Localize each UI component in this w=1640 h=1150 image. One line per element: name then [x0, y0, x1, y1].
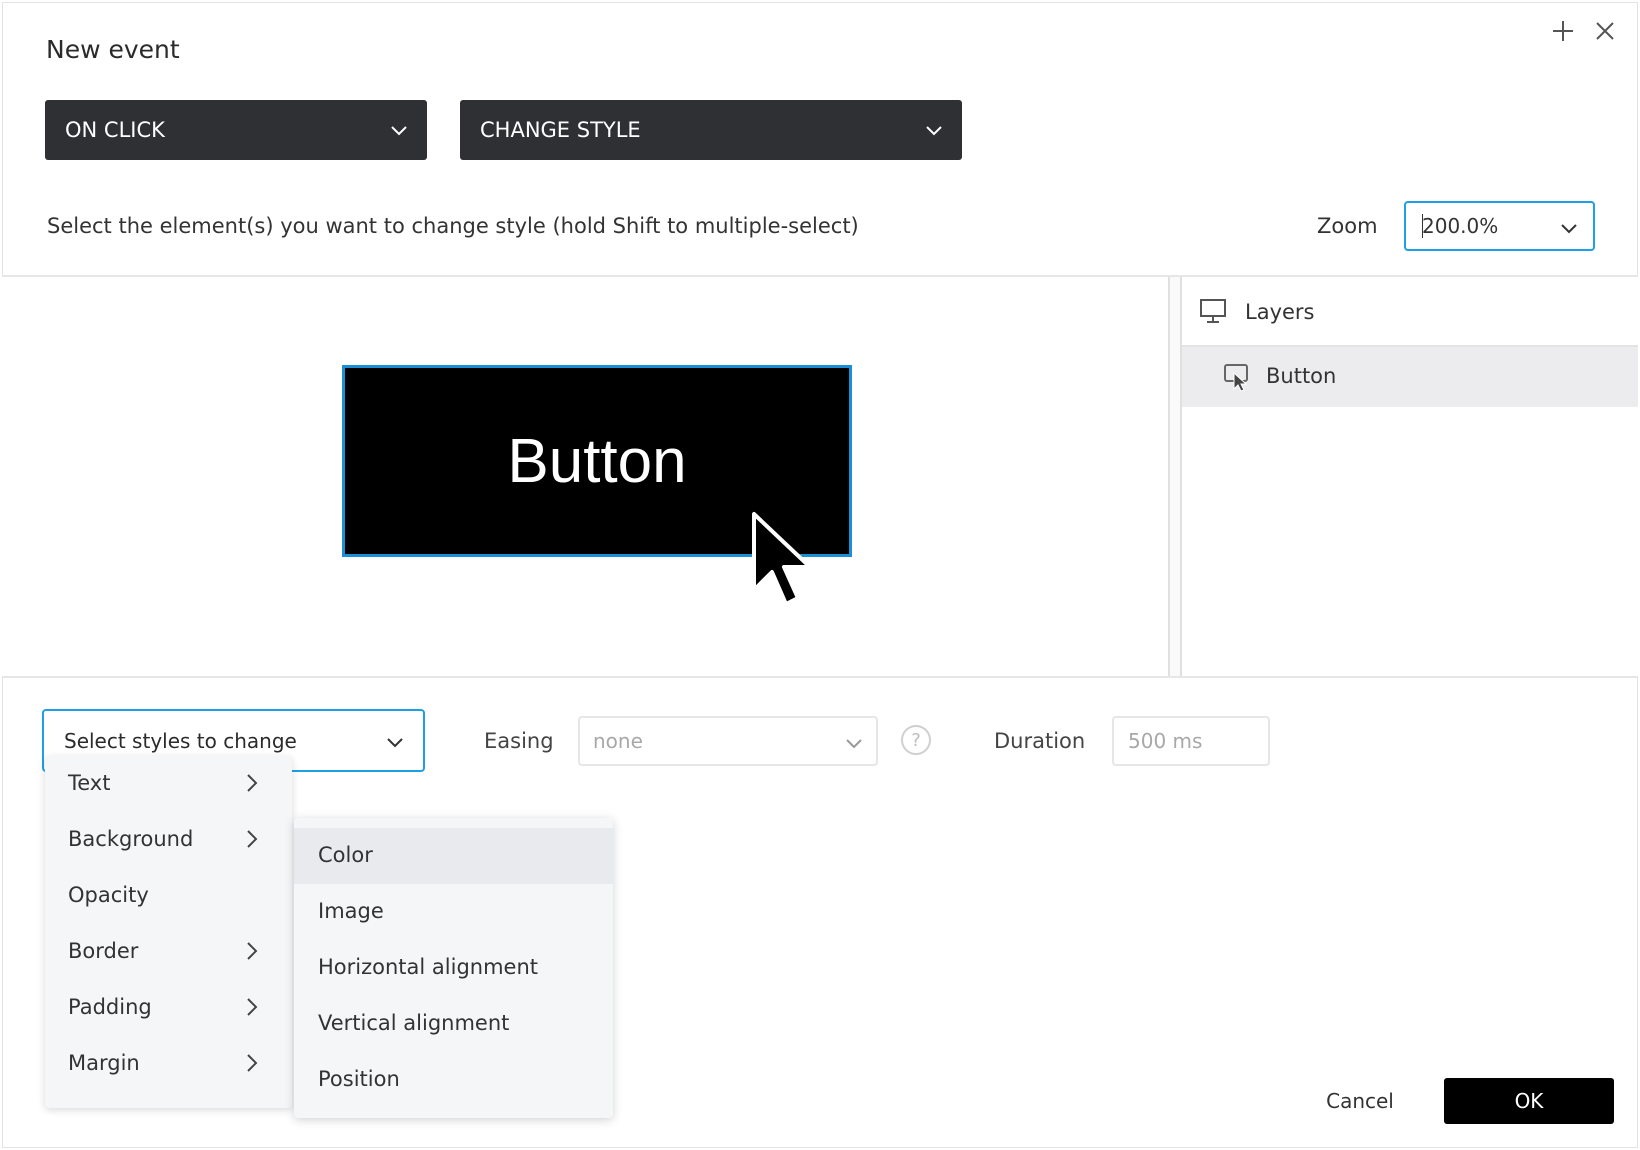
submenu-item-color[interactable]: Color — [294, 828, 613, 884]
easing-value: none — [593, 729, 643, 753]
style-category-menu: Text Background Opacity Border Padding M… — [45, 756, 292, 1108]
panel-splitter[interactable] — [1168, 277, 1182, 677]
event-action-value: CHANGE STYLE — [480, 118, 641, 142]
chevron-down-icon — [846, 739, 862, 749]
submenu-item-vertical-alignment[interactable]: Vertical alignment — [294, 996, 613, 1052]
submenu-item-label: Image — [318, 899, 384, 923]
divider — [2, 676, 1638, 678]
chevron-right-icon — [247, 774, 258, 792]
menu-item-text[interactable]: Text — [45, 756, 292, 812]
submenu-item-horizontal-alignment[interactable]: Horizontal alignment — [294, 940, 613, 996]
menu-item-background[interactable]: Background — [45, 812, 292, 868]
submenu-item-label: Vertical alignment — [318, 1011, 510, 1035]
zoom-select[interactable]: 200.0% — [1404, 201, 1595, 251]
submenu-item-image[interactable]: Image — [294, 884, 613, 940]
help-icon[interactable]: ? — [901, 725, 931, 755]
button-layer-icon — [1224, 364, 1248, 392]
chevron-down-icon — [391, 126, 407, 136]
easing-select[interactable]: none — [578, 716, 878, 766]
dialog-title: New event — [46, 35, 180, 64]
styles-select-placeholder: Select styles to change — [64, 728, 297, 753]
text-caret — [1422, 214, 1423, 238]
menu-item-label: Padding — [68, 995, 152, 1019]
chevron-down-icon — [926, 126, 942, 136]
menu-item-padding[interactable]: Padding — [45, 980, 292, 1036]
submenu-item-label: Position — [318, 1067, 400, 1091]
menu-item-label: Background — [68, 827, 194, 851]
plus-icon[interactable] — [1549, 17, 1577, 45]
menu-item-label: Margin — [68, 1051, 140, 1075]
duration-input[interactable]: 500 ms — [1112, 716, 1270, 766]
menu-item-label: Opacity — [68, 883, 149, 907]
mouse-cursor-icon — [752, 512, 812, 606]
instruction-text: Select the element(s) you want to change… — [47, 214, 859, 238]
chevron-down-icon — [387, 738, 403, 748]
chevron-right-icon — [247, 998, 258, 1016]
cancel-button[interactable]: Cancel — [1310, 1078, 1410, 1124]
zoom-label: Zoom — [1317, 214, 1378, 238]
monitor-icon — [1200, 299, 1226, 323]
submenu-item-label: Horizontal alignment — [318, 955, 538, 979]
menu-item-label: Border — [68, 939, 139, 963]
background-submenu: Color Image Horizontal alignment Vertica… — [294, 818, 613, 1118]
menu-item-opacity[interactable]: Opacity — [45, 868, 292, 924]
dialog-top-icons — [1549, 17, 1619, 45]
layer-item-label: Button — [1266, 364, 1337, 388]
layers-header: Layers — [1182, 277, 1638, 347]
menu-item-border[interactable]: Border — [45, 924, 292, 980]
layers-panel: Layers Button — [1182, 277, 1638, 677]
event-action-select[interactable]: CHANGE STYLE — [460, 100, 962, 160]
chevron-right-icon — [247, 942, 258, 960]
chevron-down-icon — [1561, 224, 1577, 234]
submenu-item-position[interactable]: Position — [294, 1052, 613, 1108]
chevron-right-icon — [247, 1054, 258, 1072]
layers-header-label: Layers — [1245, 300, 1315, 324]
submenu-item-label: Color — [318, 843, 373, 867]
menu-item-margin[interactable]: Margin — [45, 1036, 292, 1092]
menu-item-label: Text — [68, 771, 111, 795]
easing-label: Easing — [484, 729, 554, 753]
zoom-value: 200.0% — [1422, 214, 1499, 238]
event-trigger-value: ON CLICK — [65, 118, 165, 142]
duration-label: Duration — [994, 729, 1086, 753]
ok-button[interactable]: OK — [1444, 1078, 1614, 1124]
chevron-right-icon — [247, 830, 258, 848]
event-trigger-select[interactable]: ON CLICK — [45, 100, 427, 160]
layer-item-button[interactable]: Button — [1182, 347, 1638, 407]
close-icon[interactable] — [1591, 17, 1619, 45]
